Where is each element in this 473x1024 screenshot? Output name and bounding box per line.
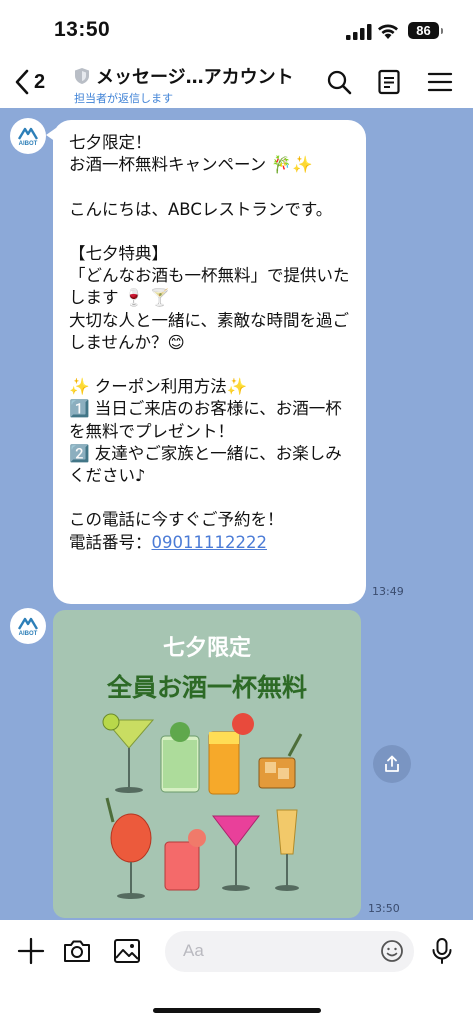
back-button[interactable]: 2: [14, 66, 62, 98]
share-button[interactable]: [373, 745, 411, 783]
message-bubble[interactable]: 七夕限定！ お酒一杯無料キャンペーン 🎋✨ こんにちは、ABCレストランです。 …: [53, 120, 366, 604]
aibot-logo-icon: [18, 127, 38, 140]
avatar[interactable]: AIBOT: [10, 608, 46, 644]
aibot-logo-icon: [18, 617, 38, 630]
chat-area[interactable]: AIBOT 七夕限定！ お酒一杯無料キャンペーン 🎋✨ こんにちは、ABCレスト…: [0, 108, 473, 920]
avatar-label: AIBOT: [18, 140, 38, 147]
plus-icon[interactable]: [17, 937, 45, 965]
phone-label: 電話番号：: [69, 532, 152, 552]
input-placeholder: Aa: [183, 941, 204, 960]
chat-header: 2 メッセージ…アカウント 担当者が返信します: [0, 56, 473, 108]
camera-icon[interactable]: [63, 937, 91, 965]
wifi-icon: [378, 24, 398, 39]
status-time: 13:50: [54, 18, 111, 41]
unread-count: 2: [34, 70, 46, 93]
share-icon: [385, 755, 399, 772]
input-bar: Aa: [0, 920, 473, 1024]
shield-icon: [75, 68, 89, 84]
avatar-label: AIBOT: [18, 630, 38, 637]
chevron-left-icon: [15, 69, 29, 95]
search-icon[interactable]: [326, 69, 352, 95]
image-icon[interactable]: [113, 937, 141, 965]
notes-icon[interactable]: [376, 69, 402, 95]
cellular-signal-icon: [346, 24, 372, 40]
chat-title[interactable]: メッセージ…アカウント: [96, 63, 294, 89]
home-indicator: [153, 1008, 321, 1013]
cocktail-illustration: [102, 713, 303, 899]
status-bar: 13:50 86: [0, 0, 473, 56]
battery-indicator: 86: [408, 22, 443, 39]
microphone-icon[interactable]: [428, 937, 456, 965]
chat-subtitle: 担当者が返信します: [74, 92, 173, 105]
image-message[interactable]: 七夕限定 全員お酒一杯無料: [53, 610, 361, 918]
phone-link[interactable]: 09011112222: [152, 533, 267, 552]
emoji-icon[interactable]: [380, 939, 404, 963]
image-timestamp: 13:50: [368, 902, 400, 915]
menu-icon[interactable]: [427, 69, 453, 95]
avatar[interactable]: AIBOT: [10, 118, 46, 154]
message-text: 七夕限定！ お酒一杯無料キャンペーン 🎋✨ こんにちは、ABCレストランです。 …: [69, 133, 350, 530]
message-input[interactable]: Aa: [165, 931, 414, 972]
phone-line: 電話番号：09011112222: [69, 532, 350, 554]
message-timestamp: 13:49: [372, 585, 404, 598]
